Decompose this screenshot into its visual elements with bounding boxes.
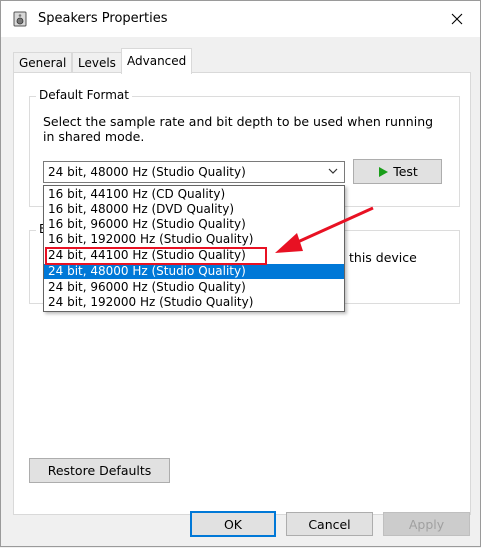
properties-window: Speakers Properties General Levels Advan… [0,0,481,547]
annotation-arrow-icon [275,206,374,253]
